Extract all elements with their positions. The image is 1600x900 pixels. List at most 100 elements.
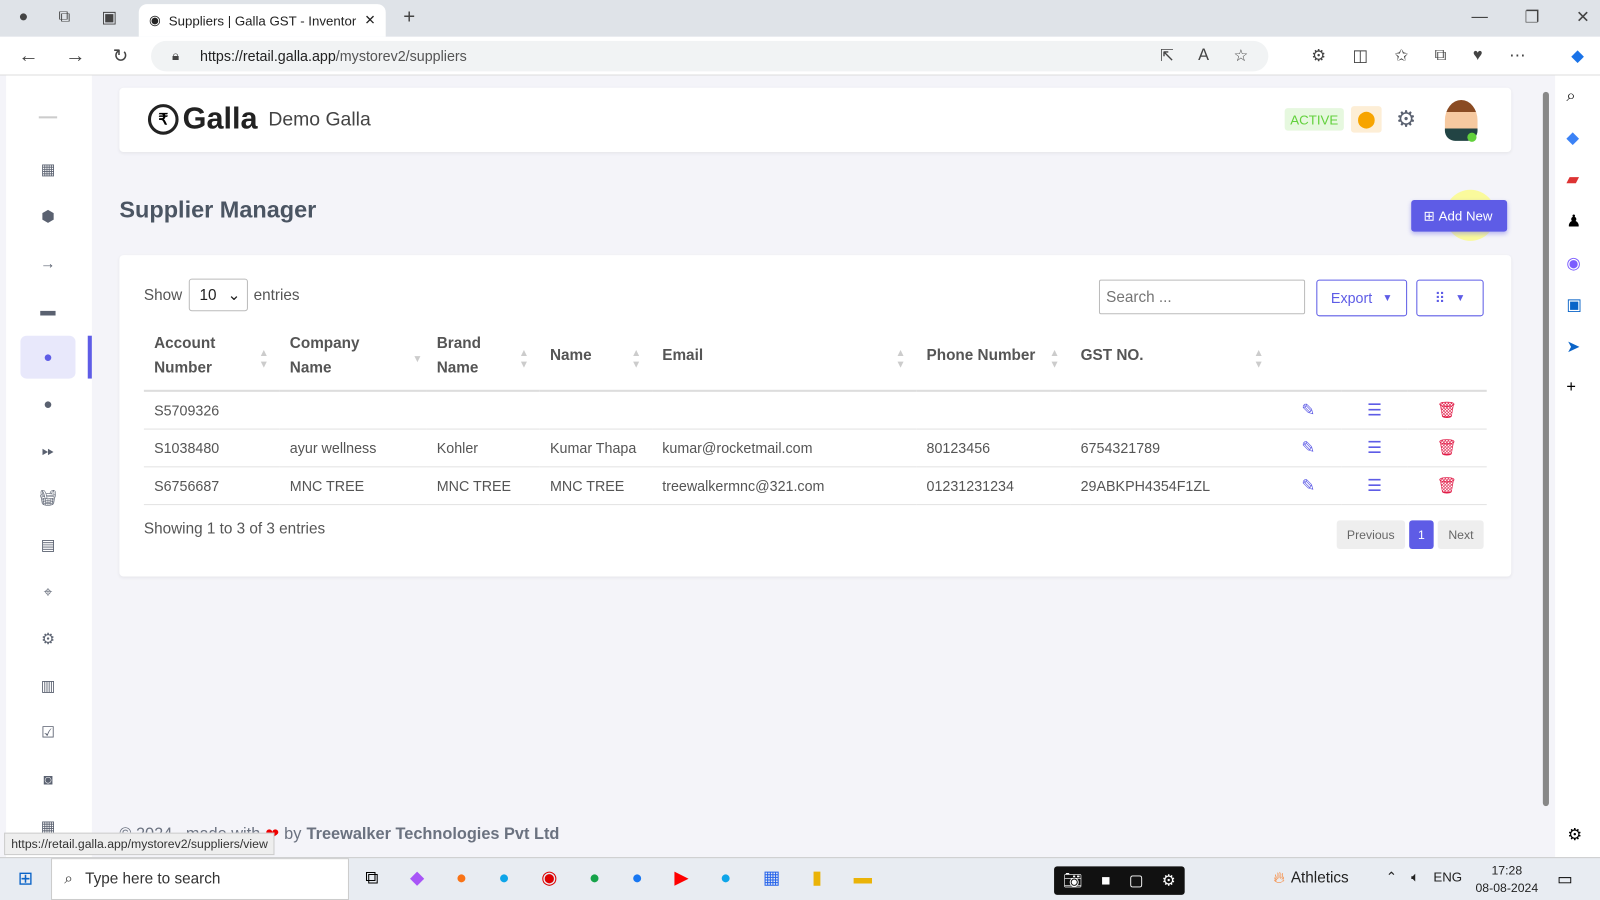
forward-icon[interactable]: → [63, 44, 87, 67]
company-link[interactable]: Treewalker Technologies Pvt Ltd [307, 826, 560, 844]
logo[interactable]: ₹ Galla [147, 102, 258, 137]
export-button[interactable]: Export ▼ [1316, 279, 1408, 317]
action-cell: ☰ [1341, 390, 1408, 430]
split-icon: ◫ [1352, 47, 1368, 66]
entries-control: Show 10 ⌄ entries [144, 278, 300, 312]
sidebar-dashboard-icon[interactable]: ▦ [20, 148, 75, 191]
edit-icon[interactable]: ✎ [1301, 439, 1315, 456]
window-icon: ▢ [1128, 872, 1144, 890]
alert-icon[interactable]: ⬤ [1351, 106, 1382, 133]
column-visibility-button[interactable]: ⠿ ▼ [1416, 279, 1484, 317]
sidebar-suppliers-icon[interactable]: ● [20, 335, 76, 379]
health-icon: ♥ [1472, 46, 1483, 65]
sidebar-customers-icon[interactable]: ● [20, 383, 75, 426]
column-header[interactable]: Email ▲▼ [652, 321, 917, 392]
workspaces-icon[interactable]: ⧉ [53, 6, 75, 28]
sidebar-camera-icon[interactable]: ◙ [20, 758, 75, 801]
sidebar-reports-icon[interactable]: ▥ [20, 664, 75, 707]
outlook-icon: ▣ [1566, 296, 1582, 315]
active-indicator [87, 335, 92, 379]
sort-icon[interactable]: ▲▼ [888, 348, 912, 370]
window-controls[interactable]: — ❐ ✕ [1469, 6, 1591, 28]
delete-icon[interactable]: 🗑︎ [1437, 477, 1458, 494]
url-field[interactable]: https://retail.galla.app/mystorev2/suppl… [151, 40, 1269, 72]
table-cell [652, 390, 917, 430]
grid-icon: ⠿ [1434, 289, 1446, 306]
menu-toggle[interactable] [38, 116, 58, 119]
sidebar-forward-icon[interactable]: ⏩︎ [20, 430, 75, 473]
shopping-icon: ◆ [1566, 129, 1579, 147]
column-header[interactable]: Account Number ▲▼ [143, 321, 280, 392]
toolbar-icons[interactable]: ⚙ ◫ ✩ ⧉ ♥ ⋯ [1286, 45, 1551, 67]
sort-icon[interactable]: ▲▼ [1042, 348, 1066, 370]
favorites-icon: ✩ [1394, 47, 1409, 66]
sidebar-contacts-icon[interactable]: ▤ [20, 523, 75, 566]
sidebar-basket-icon[interactable]: 🧺︎ [20, 477, 75, 520]
taskbar-apps[interactable]: ⧉ ◆ ● ● ◉ ● ● ▶ ● ▦ ▮ ▬ [365, 867, 872, 888]
edit-icon[interactable]: ✎ [1301, 402, 1315, 419]
table-info: Showing 1 to 3 of 3 entries [143, 520, 326, 538]
sort-icon[interactable]: ▲▼ [251, 348, 275, 370]
camera-icon: 📷︎ [1063, 872, 1083, 890]
games-icon: ♟ [1566, 213, 1581, 231]
sidebar-products-icon[interactable]: ⬢ [20, 195, 75, 238]
add-new-button[interactable]: ⊞ Add New [1411, 199, 1508, 232]
copilot-icon[interactable]: ◆ [1565, 45, 1589, 67]
refresh-icon[interactable]: ↻ [108, 45, 132, 67]
details-list-icon[interactable]: ☰ [1367, 477, 1382, 494]
table-row: S1038480 ayur wellness Kohler Kumar Thapa ku… [143, 428, 1487, 467]
sidebar-settings-icon[interactable]: ⚙ [20, 617, 75, 660]
sidebar-location-icon[interactable]: ⌖ [20, 570, 75, 613]
windows-start-icon[interactable]: ⊞ [14, 867, 36, 889]
edge-settings-icon[interactable]: ⚙ [1567, 824, 1582, 844]
taskbar-search[interactable]: ⌕ Type here to search [51, 858, 349, 900]
capture-toolbar[interactable]: 📷︎ ■ ▢ ⚙ [1054, 866, 1185, 895]
lock-icon[interactable]: 🔒︎ [165, 47, 185, 65]
page-1-button[interactable]: 1 [1408, 520, 1435, 549]
notifications-icon[interactable]: ▭ [1557, 869, 1572, 889]
next-button[interactable]: Next [1438, 520, 1484, 549]
column-header[interactable]: Brand Name ▲▼ [426, 321, 540, 392]
previous-button[interactable]: Previous [1336, 520, 1405, 549]
table-cell: S5709326 [143, 390, 280, 430]
table-cell: 01231231234 [916, 466, 1071, 505]
delete-icon[interactable]: 🗑︎ [1437, 439, 1458, 456]
store-icon: ▦ [762, 867, 781, 888]
action-cell: ✎ [1274, 390, 1342, 430]
sort-icon[interactable]: ▲▼ [1246, 348, 1270, 370]
entries-select[interactable]: 10 ⌄ [188, 278, 248, 312]
column-header[interactable]: Phone Number ▲▼ [916, 321, 1071, 392]
edit-icon[interactable]: ✎ [1301, 477, 1315, 494]
search-input[interactable] [1098, 279, 1306, 315]
address-actions[interactable]: ⇱ A ☆ [1148, 45, 1260, 67]
tab-actions-icon[interactable]: ▣ [98, 6, 120, 28]
table-cell: S6756687 [143, 466, 280, 505]
back-icon[interactable]: ← [16, 44, 40, 67]
browser-tab[interactable]: ◉ Suppliers | Galla GST - Inventory ✕ [138, 4, 386, 37]
settings-gear-icon[interactable]: ⚙ [1394, 106, 1418, 133]
sidebar-transfer-icon[interactable]: → [20, 242, 75, 285]
sort-icon[interactable]: ▲▼ [511, 348, 535, 370]
sidebar-discount-icon[interactable]: ▬ [20, 289, 75, 332]
office-icon: ◉ [1566, 255, 1581, 273]
column-header[interactable]: Name ▲▼ [539, 321, 653, 392]
system-tray[interactable]: ⌃ 🔈︎ ENG [1386, 869, 1462, 885]
new-tab-icon[interactable]: + [398, 6, 420, 28]
weather-widget[interactable]: 🔥︎ Athletics [1273, 869, 1348, 886]
column-header[interactable]: GST NO. ▲▼ [1070, 321, 1275, 392]
sidebar-tasks-icon[interactable]: ☑ [20, 711, 75, 754]
clock[interactable]: 17:28 08-08-2024 [1475, 862, 1538, 897]
chevron-down-icon: ⌄ [227, 286, 241, 305]
edge-sidebar-icons[interactable]: ⌕ ◆ ▰ ♟ ◉ ▣ ➤ + [1566, 88, 1581, 397]
sort-icon[interactable]: ▲▼ [623, 348, 647, 370]
close-tab-icon[interactable]: ✕ [364, 12, 375, 28]
details-list-icon[interactable]: ☰ [1367, 439, 1382, 456]
torch-icon: 🔥︎ [1273, 869, 1285, 887]
profile-icon[interactable]: ● [12, 6, 34, 28]
column-header[interactable]: Company Name ▼ [279, 321, 427, 392]
details-list-icon[interactable]: ☰ [1367, 402, 1382, 419]
action-cell: ✎ [1274, 466, 1342, 505]
sort-icon[interactable]: ▼ [412, 348, 422, 372]
delete-icon[interactable]: 🗑︎ [1437, 402, 1458, 419]
scrollbar[interactable] [1541, 84, 1551, 847]
